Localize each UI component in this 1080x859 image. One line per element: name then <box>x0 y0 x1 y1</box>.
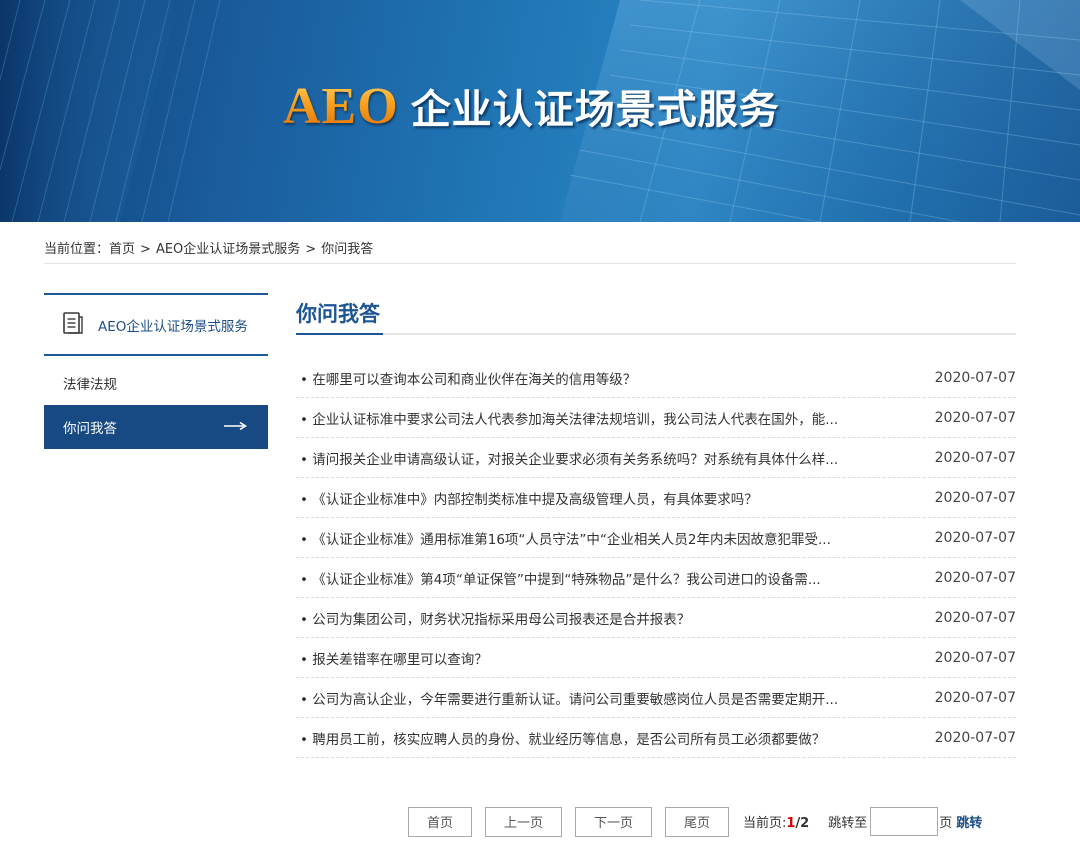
list-item[interactable]: • 公司为集团公司，财务状况指标采用母公司报表还是合并报表？ 2020-07-07 <box>296 598 1016 638</box>
title-divider <box>296 333 1016 335</box>
jump-page-input[interactable] <box>870 807 939 836</box>
jump-label: 跳转至 <box>828 816 868 831</box>
banner-title: AEO 企业认证场景式服务 <box>283 77 780 135</box>
main-content: 你问我答 • 在哪里可以查询本公司和商业伙伴在海关的信用等级？ 2020-07-0… <box>296 293 1016 758</box>
list-item-date: 2020-07-07 <box>934 409 1016 426</box>
qa-list: • 在哪里可以查询本公司和商业伙伴在海关的信用等级？ 2020-07-07 • 企… <box>296 358 1016 758</box>
header-banner: AEO 企业认证场景式服务 <box>0 0 1080 222</box>
list-item[interactable]: • 公司为高认企业，今年需要进行重新认证。请问公司重要敏感岗位人员是否需要定期开… <box>296 678 1016 718</box>
list-item-date: 2020-07-07 <box>934 609 1016 626</box>
list-item-title[interactable]: • 聘用员工前，核实应聘人员的身份、就业经历等信息，是否公司所有员工必须都要做？ <box>296 728 825 748</box>
title-accent <box>296 333 383 335</box>
list-item[interactable]: • 企业认证标准中要求公司法人代表参加海关法律法规培训，我公司法人代表在国外，能… <box>296 398 1016 438</box>
list-item-title[interactable]: • 《认证企业标准》第4项“单证保管”中提到“特殊物品”是什么？我公司进口的设备… <box>296 568 821 588</box>
sidebar-header: AEO企业认证场景式服务 <box>44 293 268 356</box>
sidebar-item-qa[interactable]: 你问我答 <box>44 405 268 449</box>
page-title: 你问我答 <box>296 302 380 326</box>
list-item-title[interactable]: • 《认证企业标准中》内部控制类标准中提及高级管理人员，有具体要求吗？ <box>296 488 758 508</box>
document-icon <box>62 311 84 339</box>
banner-title-text: 企业认证场景式服务 <box>410 87 780 133</box>
last-page-button[interactable]: 尾页 <box>665 806 729 837</box>
list-item[interactable]: • 《认证企业标准》通用标准第16项“人员守法”中“企业相关人员2年内未因故意犯… <box>296 518 1016 558</box>
list-item-date: 2020-07-07 <box>934 689 1016 706</box>
list-item-date: 2020-07-07 <box>934 569 1016 586</box>
list-item-date: 2020-07-07 <box>934 529 1016 546</box>
list-item-title[interactable]: • 企业认证标准中要求公司法人代表参加海关法律法规培训，我公司法人代表在国外，能… <box>296 408 838 428</box>
list-item-date: 2020-07-07 <box>934 489 1016 506</box>
banner-brand: AEO <box>283 77 399 135</box>
list-item-title[interactable]: • 《认证企业标准》通用标准第16项“人员守法”中“企业相关人员2年内未因故意犯… <box>296 528 831 548</box>
jump-button[interactable]: 跳转 <box>956 812 982 831</box>
jump-unit: 页 <box>939 816 953 831</box>
first-page-button[interactable]: 首页 <box>408 806 472 837</box>
list-item[interactable]: • 在哪里可以查询本公司和商业伙伴在海关的信用等级？ 2020-07-07 <box>296 358 1016 398</box>
list-item-date: 2020-07-07 <box>934 729 1016 746</box>
list-item-title[interactable]: • 在哪里可以查询本公司和商业伙伴在海关的信用等级？ <box>296 368 636 388</box>
sidebar-item-label: 法律法规 <box>63 377 117 393</box>
list-item-date: 2020-07-07 <box>934 649 1016 666</box>
breadcrumb-prefix: 当前位置： <box>44 242 110 257</box>
current-page-label: 当前页: <box>743 816 787 831</box>
sidebar: AEO企业认证场景式服务 法律法规 你问我答 <box>44 293 268 449</box>
pagination: 首页 上一页 下一页 尾页 当前页:1/2 跳转至 页 跳转 <box>408 806 982 837</box>
breadcrumb-divider <box>44 263 1016 264</box>
list-item-title[interactable]: • 报关差错率在哪里可以查询？ <box>296 648 488 668</box>
next-page-button[interactable]: 下一页 <box>575 806 652 837</box>
sidebar-item-laws[interactable]: 法律法规 <box>44 361 268 405</box>
breadcrumb: 当前位置：首页 > AEO企业认证场景式服务 > 你问我答 <box>44 238 373 257</box>
list-item[interactable]: • 请问报关企业申请高级认证，对报关企业要求必须有关务系统吗？对系统有具体什么样… <box>296 438 1016 478</box>
breadcrumb-home-link[interactable]: 首页 <box>109 242 135 257</box>
arrow-right-icon <box>224 419 248 435</box>
prev-page-button[interactable]: 上一页 <box>485 806 562 837</box>
list-item[interactable]: • 《认证企业标准》第4项“单证保管”中提到“特殊物品”是什么？我公司进口的设备… <box>296 558 1016 598</box>
total-pages: /2 <box>795 816 810 831</box>
list-item-date: 2020-07-07 <box>934 369 1016 386</box>
current-page-info: 当前页:1/2 <box>743 812 809 831</box>
list-item[interactable]: • 报关差错率在哪里可以查询？ 2020-07-07 <box>296 638 1016 678</box>
breadcrumb-separator: > <box>140 242 151 257</box>
breadcrumb-aeo-link[interactable]: AEO企业认证场景式服务 <box>156 242 300 257</box>
sidebar-header-label: AEO企业认证场景式服务 <box>98 318 248 335</box>
list-item-date: 2020-07-07 <box>934 449 1016 466</box>
list-item[interactable]: • 聘用员工前，核实应聘人员的身份、就业经历等信息，是否公司所有员工必须都要做？… <box>296 718 1016 758</box>
list-item-title[interactable]: • 公司为高认企业，今年需要进行重新认证。请问公司重要敏感岗位人员是否需要定期开… <box>296 688 838 708</box>
list-item[interactable]: • 《认证企业标准中》内部控制类标准中提及高级管理人员，有具体要求吗？ 2020-… <box>296 478 1016 518</box>
sidebar-item-label: 你问我答 <box>63 421 117 437</box>
list-item-title[interactable]: • 请问报关企业申请高级认证，对报关企业要求必须有关务系统吗？对系统有具体什么样… <box>296 448 838 468</box>
breadcrumb-separator: > <box>305 242 317 257</box>
list-item-title[interactable]: • 公司为集团公司，财务状况指标采用母公司报表还是合并报表？ <box>296 608 690 628</box>
breadcrumb-current: 你问我答 <box>321 242 374 257</box>
